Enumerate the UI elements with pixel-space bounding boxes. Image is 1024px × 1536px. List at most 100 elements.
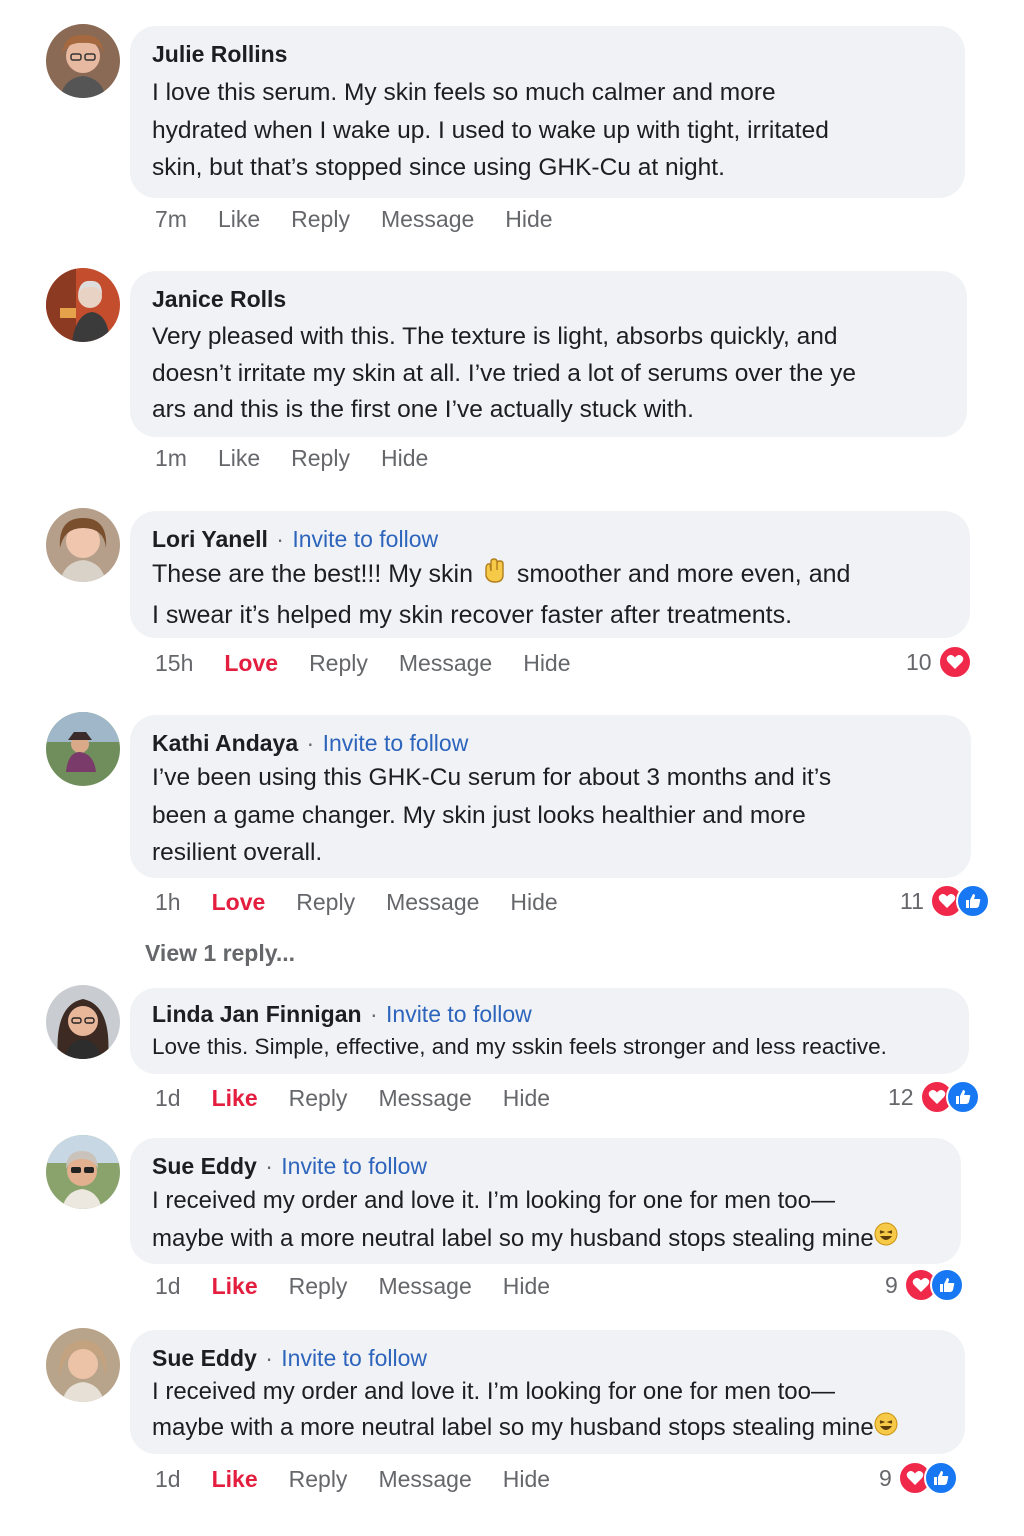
reply-button[interactable]: Reply: [289, 1273, 348, 1300]
avatar[interactable]: [46, 985, 120, 1059]
comment-thread: { "comments": [ { "name": "Julie Rollins…: [0, 0, 1024, 1536]
invite-to-follow-link[interactable]: Invite to follow: [292, 526, 438, 552]
reaction-summary[interactable]: 9: [885, 1268, 964, 1302]
avatar[interactable]: [46, 508, 120, 582]
invite-to-follow-link[interactable]: Invite to follow: [386, 1001, 532, 1027]
avatar[interactable]: [46, 24, 120, 98]
avatar[interactable]: [46, 1135, 120, 1209]
separator: ·: [265, 1153, 273, 1179]
comment-text-line: hydrated when I wake up. I used to wake …: [152, 116, 829, 144]
hide-button[interactable]: Hide: [381, 445, 428, 472]
comment-text-line: been a game changer. My skin just looks …: [152, 801, 806, 829]
comment-actions: 1d Like Reply Message Hide: [155, 1464, 581, 1494]
comment-actions: 15h Love Reply Message Hide: [155, 648, 602, 678]
reply-button[interactable]: Reply: [289, 1466, 348, 1493]
comment-actions: 1d Like Reply Message Hide: [155, 1271, 581, 1301]
avatar[interactable]: [46, 712, 120, 786]
hide-button[interactable]: Hide: [523, 650, 570, 677]
hide-button[interactable]: Hide: [503, 1273, 550, 1300]
thumbs-up-reaction-icon: [955, 884, 990, 918]
author-name[interactable]: Julie Rollins: [152, 41, 287, 67]
love-button[interactable]: Love: [224, 650, 278, 677]
hand-emoji-icon: [480, 555, 510, 596]
reply-button[interactable]: Reply: [309, 650, 368, 677]
comment-actions: 1h Love Reply Message Hide: [155, 887, 589, 917]
separator: ·: [306, 730, 315, 756]
comment-actions: 1m Like Reply Hide: [155, 443, 459, 473]
timestamp[interactable]: 1d: [155, 1085, 181, 1112]
invite-to-follow-link[interactable]: Invite to follow: [323, 730, 469, 756]
thumbs-up-reaction-icon: [945, 1080, 980, 1114]
like-button[interactable]: Like: [218, 445, 260, 472]
timestamp[interactable]: 1m: [155, 445, 187, 472]
author-name[interactable]: Janice Rolls: [152, 286, 286, 312]
author-name[interactable]: Sue Eddy: [152, 1153, 257, 1179]
author-name[interactable]: Sue Eddy: [152, 1345, 257, 1371]
message-button[interactable]: Message: [378, 1085, 471, 1112]
author-name[interactable]: Lori Yanell: [152, 526, 268, 552]
comment-bubble: Julie Rollins I love this serum. My skin…: [130, 26, 965, 198]
timestamp[interactable]: 1d: [155, 1466, 181, 1493]
comment-text-line: ars and this is the first one I’ve actua…: [152, 396, 694, 423]
comment-bubble: Janice Rolls Very pleased with this. The…: [130, 271, 967, 437]
thumbs-up-reaction-icon: [929, 1268, 964, 1302]
comment-bubble: Sue Eddy · Invite to follow I received m…: [130, 1138, 961, 1264]
like-button[interactable]: Like: [212, 1085, 258, 1112]
separator: ·: [276, 526, 284, 552]
reaction-count: 9: [879, 1464, 892, 1491]
reaction-summary[interactable]: 12: [888, 1080, 980, 1114]
laughing-emoji-icon: [874, 1220, 898, 1258]
reaction-count: 11: [900, 887, 924, 914]
separator: ·: [265, 1345, 273, 1371]
message-button[interactable]: Message: [378, 1466, 471, 1493]
comment-text-line: resilient overall.: [152, 839, 323, 866]
like-button[interactable]: Like: [212, 1273, 258, 1300]
timestamp[interactable]: 7m: [155, 206, 187, 233]
separator: ·: [369, 1001, 378, 1027]
author-name[interactable]: Linda Jan Finnigan: [152, 1001, 362, 1027]
hide-button[interactable]: Hide: [510, 889, 557, 916]
hide-button[interactable]: Hide: [505, 206, 552, 233]
message-button[interactable]: Message: [399, 650, 492, 677]
reaction-count: 12: [888, 1083, 914, 1110]
comment-bubble: Linda Jan Finnigan · Invite to follow Lo…: [130, 988, 969, 1074]
invite-to-follow-link[interactable]: Invite to follow: [281, 1345, 427, 1371]
love-button[interactable]: Love: [212, 889, 266, 916]
author-name[interactable]: Kathi Andaya: [152, 730, 298, 756]
comment-text-line: doesn’t irritate my skin at all. I’ve tr…: [152, 359, 856, 387]
invite-to-follow-link[interactable]: Invite to follow: [281, 1153, 427, 1179]
comment-text-line: Very pleased with this. The texture is l…: [152, 323, 838, 350]
comment-actions: 7m Like Reply Message Hide: [155, 204, 584, 234]
message-button[interactable]: Message: [378, 1273, 471, 1300]
comment-text-line: maybe with a more neutral label so my hu…: [152, 1410, 943, 1447]
hide-button[interactable]: Hide: [503, 1466, 550, 1493]
reply-button[interactable]: Reply: [291, 445, 350, 472]
reaction-summary[interactable]: 10: [906, 645, 972, 679]
view-replies-link[interactable]: View 1 reply...: [145, 940, 295, 967]
message-button[interactable]: Message: [386, 889, 479, 916]
heart-reaction-icon: [937, 645, 972, 679]
timestamp[interactable]: 1d: [155, 1273, 181, 1300]
timestamp[interactable]: 15h: [155, 650, 193, 677]
reaction-summary[interactable]: 11: [900, 884, 990, 918]
message-button[interactable]: Message: [381, 206, 474, 233]
reaction-summary[interactable]: 9: [879, 1461, 958, 1495]
like-button[interactable]: Like: [212, 1466, 258, 1493]
reply-button[interactable]: Reply: [291, 206, 350, 233]
avatar[interactable]: [46, 1328, 120, 1402]
thumbs-up-reaction-icon: [923, 1461, 958, 1495]
comment-bubble: Lori Yanell · Invite to follow These are…: [130, 511, 970, 638]
laughing-emoji-icon: [874, 1411, 898, 1447]
timestamp[interactable]: 1h: [155, 889, 181, 916]
comment-bubble: Kathi Andaya · Invite to follow I’ve bee…: [130, 715, 971, 878]
avatar[interactable]: [46, 268, 120, 342]
like-button[interactable]: Like: [218, 206, 260, 233]
comment-actions: 1d Like Reply Message Hide: [155, 1083, 581, 1113]
reply-button[interactable]: Reply: [296, 889, 355, 916]
hide-button[interactable]: Hide: [503, 1085, 550, 1112]
reaction-count: 10: [906, 648, 932, 675]
comment-bubble: Sue Eddy · Invite to follow I received m…: [130, 1330, 965, 1454]
reply-button[interactable]: Reply: [289, 1085, 348, 1112]
comment-text-line: maybe with a more neutral label so my hu…: [152, 1220, 939, 1258]
comment-text-line: skin, but that’s stopped since using GHK…: [152, 154, 725, 181]
